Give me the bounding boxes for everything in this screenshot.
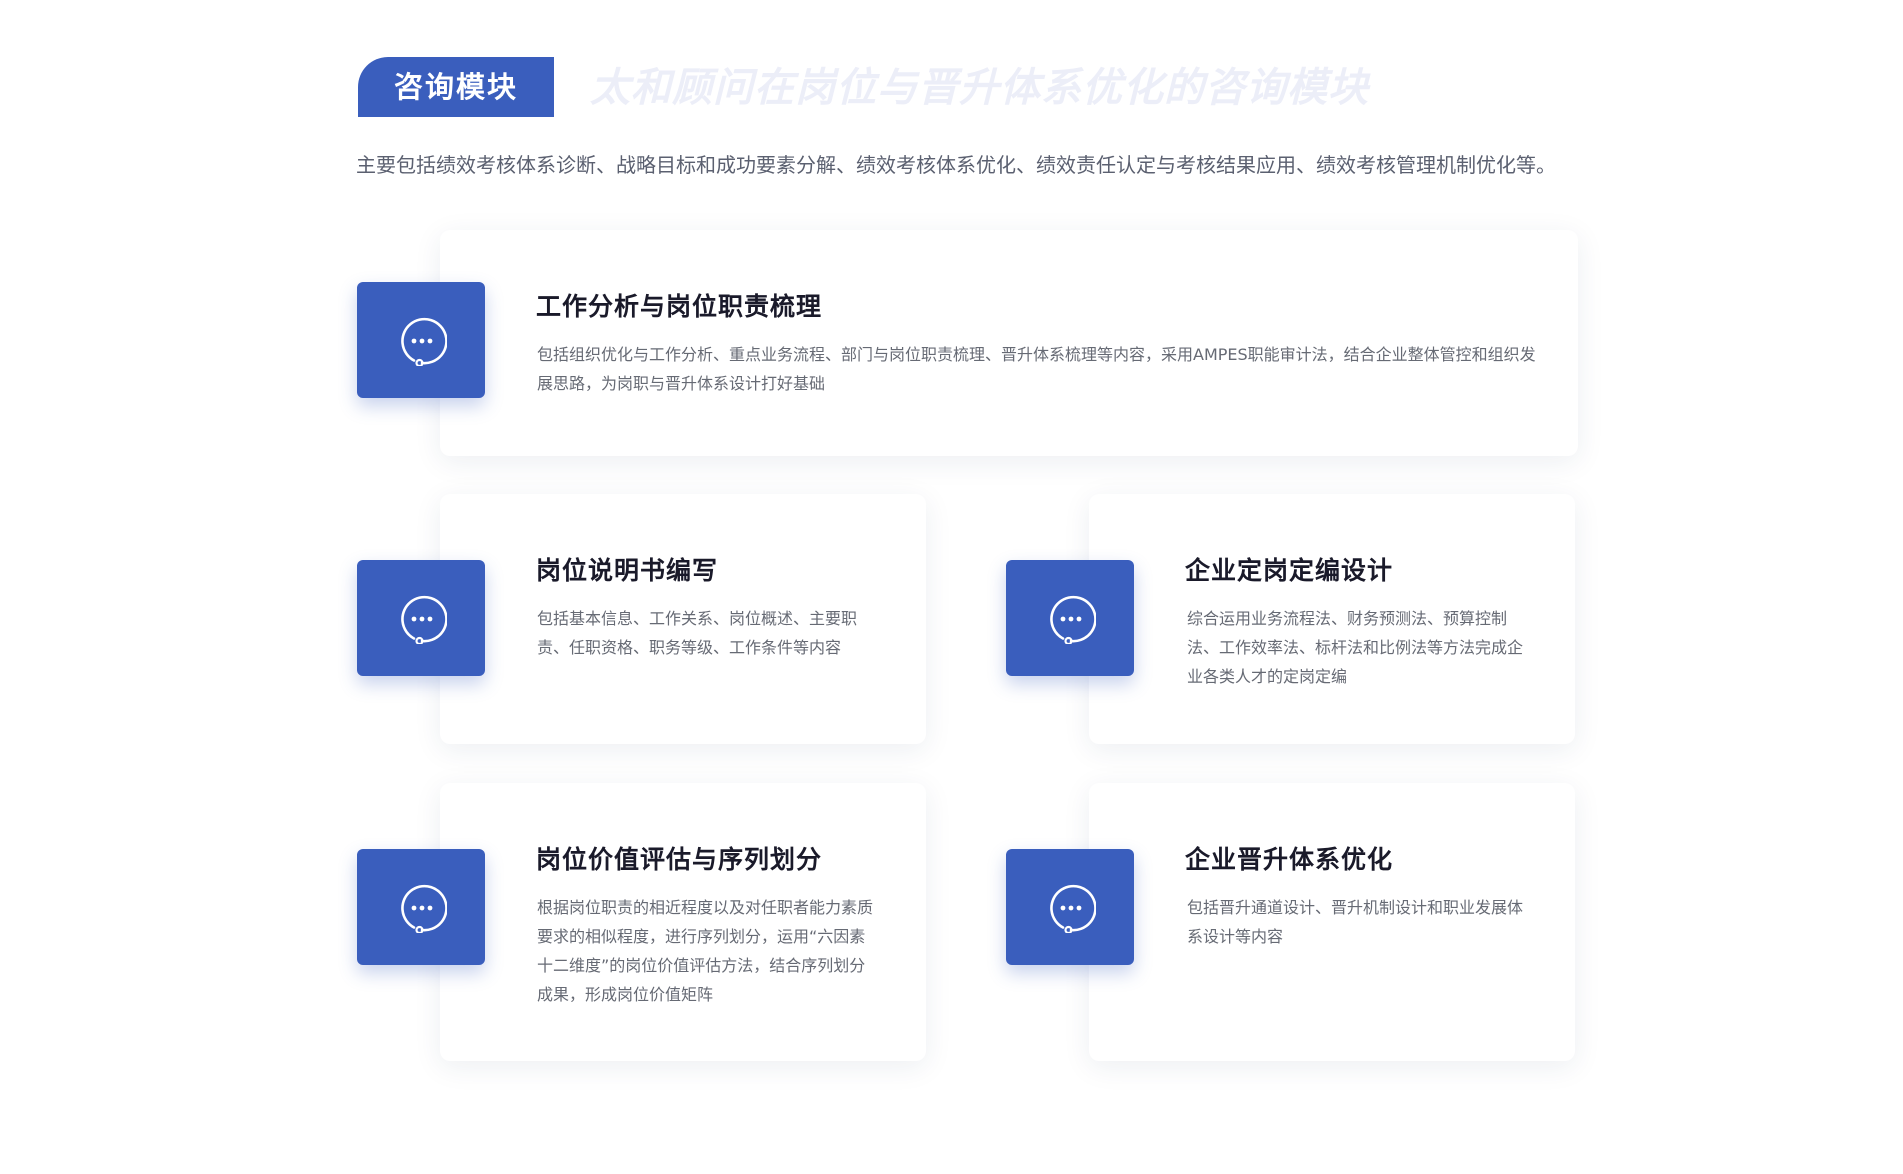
chat-bubble-icon (1050, 884, 1096, 933)
section-tag: 咨询模块 (358, 57, 554, 117)
card-description: 综合运用业务流程法、财务预测法、预算控制法、工作效率法、标杆法和比例法等方法完成… (1187, 609, 1524, 686)
module-icon-tile (1006, 560, 1134, 676)
chat-bubble-icon (401, 595, 447, 644)
card-title: 岗位价值评估与序列划分 (536, 845, 823, 874)
watermark-title: 太和顾问在岗位与晋升体系优化的咨询模块 (590, 65, 1369, 111)
card-title: 企业晋升体系优化 (1185, 845, 1394, 874)
chat-bubble-icon (1050, 595, 1096, 644)
card-title: 企业定岗定编设计 (1185, 556, 1394, 585)
card-title: 工作分析与岗位职责梳理 (536, 292, 823, 321)
card-title: 岗位说明书编写 (536, 556, 719, 585)
card-description: 根据岗位职责的相近程度以及对任职者能力素质要求的相似程度，进行序列划分，运用“六… (537, 898, 874, 1004)
intro-text: 主要包括绩效考核体系诊断、战略目标和成功要素分解、绩效考核体系优化、绩效责任认定… (356, 153, 1556, 177)
card-description: 包括基本信息、工作关系、岗位概述、主要职责、任职资格、职务等级、工作条件等内容 (537, 609, 858, 657)
module-icon-tile (1006, 849, 1134, 965)
chat-bubble-icon (401, 884, 447, 933)
module-icon-tile (357, 849, 485, 965)
card-description: 包括组织优化与工作分析、重点业务流程、部门与岗位职责梳理、晋升体系梳理等内容，采… (537, 345, 1536, 393)
module-icon-tile (357, 560, 485, 676)
module-icon-tile (357, 282, 485, 398)
chat-bubble-icon (401, 317, 447, 366)
card-description: 包括晋升通道设计、晋升机制设计和职业发展体系设计等内容 (1187, 898, 1524, 946)
